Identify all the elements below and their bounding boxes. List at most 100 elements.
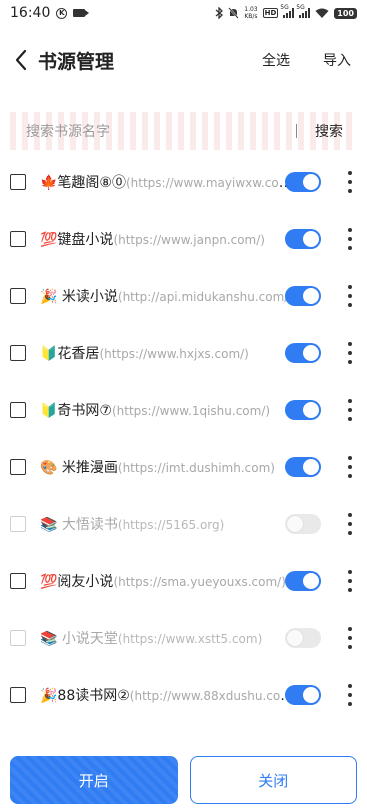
source-checkbox[interactable]: [10, 173, 26, 190]
source-label: 📚 大悟读书(https://5165.org): [40, 514, 298, 534]
more-vertical-icon[interactable]: [345, 626, 355, 649]
network-speed-unit: KB/s: [244, 13, 258, 20]
status-left-icons: K: [56, 7, 90, 19]
source-toggle[interactable]: [285, 513, 321, 534]
page-title: 书源管理: [38, 50, 115, 73]
source-toggle[interactable]: [285, 627, 321, 648]
source-label: 🔰奇书网⑦(https://www.1qishu.com/): [40, 400, 298, 420]
source-name: 🍁笔趣阁⑧⓪: [40, 174, 126, 191]
source-toggle[interactable]: [285, 684, 321, 705]
more-vertical-icon[interactable]: [345, 512, 355, 535]
source-url: (https://www.hxjxs.com/): [99, 346, 249, 361]
source-label: 💯键盘小说(https://www.janpn.com/): [40, 229, 298, 249]
source-row[interactable]: 🎨 米推漫画(https://imt.dushimh.com): [0, 438, 367, 495]
back-button[interactable]: [6, 40, 36, 80]
source-toggle[interactable]: [285, 399, 321, 420]
search-divider: [296, 124, 297, 138]
source-row[interactable]: 🎉88读书网②(http://www.88xdushu.com/): [0, 666, 367, 723]
source-name: 📚 大悟读书: [40, 516, 118, 533]
source-row[interactable]: 🍁笔趣阁⑧⓪(https://www.mayiwxw.com/): [0, 153, 367, 210]
toggle-knob: [303, 458, 319, 475]
source-list: 🍁笔趣阁⑧⓪(https://www.mayiwxw.com/) 💯键盘小说(ht…: [0, 153, 367, 723]
source-label: 🎉88读书网②(http://www.88xdushu.com/): [40, 685, 298, 705]
more-vertical-icon[interactable]: [345, 683, 355, 706]
source-row[interactable]: 🔰花香居(https://www.hxjxs.com/): [0, 324, 367, 381]
toggle-knob: [287, 515, 303, 532]
signal-2-label: 5G: [296, 4, 305, 11]
source-name: 🎉 米读小说: [40, 288, 118, 305]
source-row[interactable]: 💯阅友小说(https://sma.yueyouxs.com/): [0, 552, 367, 609]
source-checkbox[interactable]: [10, 629, 26, 646]
toggle-knob: [287, 629, 303, 646]
source-checkbox[interactable]: [10, 401, 26, 418]
source-toggle[interactable]: [285, 570, 321, 591]
battery-icon: 100: [334, 7, 357, 19]
enable-button[interactable]: 开启: [10, 756, 178, 804]
network-speed: 1.03 KB/s: [244, 6, 257, 20]
source-name: 💯键盘小说: [40, 231, 114, 248]
source-label: 📚 小说天堂(https://www.xstt5.com): [40, 628, 298, 648]
more-vertical-icon[interactable]: [345, 227, 355, 250]
toggle-knob: [303, 572, 319, 589]
search-input[interactable]: 搜索书源名字: [26, 121, 296, 141]
wifi-icon: [315, 8, 329, 18]
source-toggle[interactable]: [285, 342, 321, 363]
source-name: 🔰花香居: [40, 345, 100, 362]
source-url: (https://www.janpn.com/): [113, 232, 265, 247]
source-checkbox[interactable]: [10, 515, 26, 532]
more-vertical-icon[interactable]: [345, 284, 355, 307]
header: 书源管理 全选 导入: [0, 26, 367, 94]
toggle-knob: [303, 173, 319, 190]
source-checkbox[interactable]: [10, 686, 26, 703]
more-vertical-icon[interactable]: [345, 341, 355, 364]
source-label: 🎉 米读小说(http://api.midukanshu.com/): [40, 286, 298, 306]
source-row[interactable]: 💯键盘小说(https://www.janpn.com/): [0, 210, 367, 267]
source-toggle[interactable]: [285, 285, 321, 306]
source-row[interactable]: 📚 小说天堂(https://www.xstt5.com): [0, 609, 367, 666]
source-label: 🎨 米推漫画(https://imt.dushimh.com): [40, 457, 298, 477]
source-toggle[interactable]: [285, 171, 321, 192]
source-toggle[interactable]: [285, 456, 321, 477]
chevron-left-icon: [15, 49, 27, 71]
source-checkbox[interactable]: [10, 344, 26, 361]
video-camera-icon: [73, 9, 90, 17]
signal-1-label: 5G: [280, 4, 289, 11]
source-row[interactable]: 🔰奇书网⑦(https://www.1qishu.com/): [0, 381, 367, 438]
search-button[interactable]: 搜索: [315, 121, 343, 141]
import-button[interactable]: 导入: [323, 50, 351, 70]
signal-icon-2: 5G: [296, 4, 311, 18]
toggle-knob: [303, 287, 319, 304]
toggle-knob: [303, 401, 319, 418]
source-url: (https://imt.dushimh.com): [117, 460, 275, 475]
network-speed-value: 1.03: [244, 6, 258, 13]
source-url: (https://5165.org): [117, 517, 225, 532]
source-checkbox[interactable]: [10, 572, 26, 589]
source-checkbox[interactable]: [10, 230, 26, 247]
source-url: (https://sma.yueyouxs.com/): [113, 574, 286, 589]
more-vertical-icon[interactable]: [345, 398, 355, 421]
toggle-knob: [303, 230, 319, 247]
hd-icon: HD: [262, 8, 279, 18]
more-vertical-icon[interactable]: [345, 569, 355, 592]
source-row[interactable]: 🎉 米读小说(http://api.midukanshu.com/): [0, 267, 367, 324]
disable-button[interactable]: 关闭: [189, 756, 357, 804]
source-checkbox[interactable]: [10, 458, 26, 475]
source-checkbox[interactable]: [10, 287, 26, 304]
select-all-button[interactable]: 全选: [262, 50, 290, 70]
source-toggle[interactable]: [285, 228, 321, 249]
bottom-actions: 开启 关闭: [10, 756, 357, 804]
status-right-icons: 1.03 KB/s HD 5G 5G 100: [215, 4, 357, 20]
status-bar: 16:40 K 1.03 KB/s HD 5G 5G 100: [0, 0, 367, 26]
source-url: (http://www.88xdushu.com/): [129, 688, 298, 703]
source-row[interactable]: 📚 大悟读书(https://5165.org): [0, 495, 367, 552]
source-url: (https://www.mayiwxw.com/): [125, 175, 298, 190]
more-vertical-icon[interactable]: [345, 170, 355, 193]
status-time: 16:40: [10, 5, 51, 21]
source-url: (http://api.midukanshu.com/): [117, 289, 294, 304]
more-vertical-icon[interactable]: [345, 455, 355, 478]
source-name: 📚 小说天堂: [40, 630, 118, 647]
toggle-knob: [303, 686, 319, 703]
bluetooth-icon: [215, 7, 224, 19]
source-url: (https://www.xstt5.com): [117, 631, 263, 646]
source-url: (https://www.1qishu.com/): [111, 403, 271, 418]
